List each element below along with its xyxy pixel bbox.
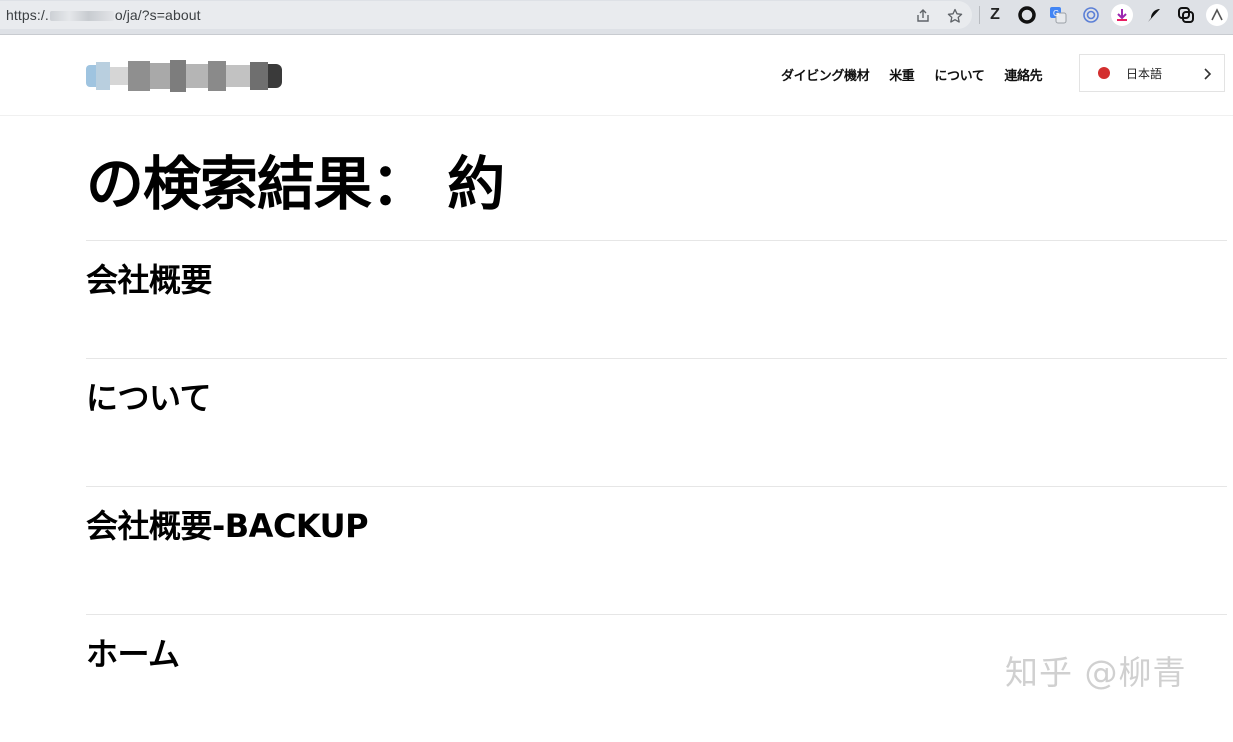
- circle-extension-icon[interactable]: [1016, 4, 1038, 26]
- downloader-icon[interactable]: [1111, 4, 1133, 26]
- sync-icon[interactable]: [1080, 4, 1102, 26]
- translate-icon[interactable]: G: [1047, 4, 1069, 26]
- address-url[interactable]: https:/. o/ja/?s=about: [6, 7, 201, 23]
- link-icon[interactable]: [1175, 4, 1197, 26]
- result-item: について: [86, 358, 1227, 486]
- nav-yoneshige[interactable]: 米重: [889, 65, 915, 84]
- toolbar-divider: [979, 6, 980, 24]
- site-logo[interactable]: [86, 56, 286, 96]
- search-results-title: の検索結果： 約: [86, 150, 505, 218]
- site-header: ダイビング機材 米重 について 連絡先 日本語: [0, 35, 1233, 116]
- zotero-icon[interactable]: Z: [984, 4, 1006, 26]
- nav-about[interactable]: について: [934, 65, 984, 84]
- japan-flag-icon: [1098, 67, 1110, 79]
- main-nav: ダイビング機材 米重 について 連絡先: [781, 65, 1043, 84]
- watermark: 知乎 @柳青: [1005, 653, 1187, 692]
- url-prefix: https:/.: [6, 7, 49, 23]
- language-label: 日本語: [1126, 66, 1163, 81]
- svg-text:G: G: [1053, 9, 1059, 18]
- feather-icon[interactable]: [1143, 4, 1165, 26]
- result-item: 会社概要: [86, 240, 1227, 358]
- pixelated-logo: [86, 60, 282, 92]
- arc-icon[interactable]: [1206, 4, 1228, 26]
- nav-diving-equipment[interactable]: ダイビング機材: [781, 65, 870, 84]
- browser-toolbar: https:/. o/ja/?s=about Z G: [0, 0, 1233, 35]
- language-switcher[interactable]: 日本語: [1079, 54, 1225, 92]
- result-title-link[interactable]: 会社概要-BACKUP: [86, 505, 369, 547]
- url-redacted-host: [49, 11, 114, 22]
- result-title-link[interactable]: について: [86, 377, 212, 419]
- result-title-link[interactable]: 会社概要: [86, 259, 213, 301]
- url-suffix: o/ja/?s=about: [114, 7, 201, 23]
- chevron-right-icon: [1202, 66, 1214, 85]
- result-title-link[interactable]: ホーム: [86, 633, 180, 675]
- share-icon[interactable]: [912, 5, 934, 27]
- result-item: 会社概要-BACKUP: [86, 486, 1227, 614]
- address-bar[interactable]: https:/. o/ja/?s=about: [0, 1, 972, 29]
- nav-contact[interactable]: 連絡先: [1004, 65, 1042, 84]
- star-icon[interactable]: [944, 5, 966, 27]
